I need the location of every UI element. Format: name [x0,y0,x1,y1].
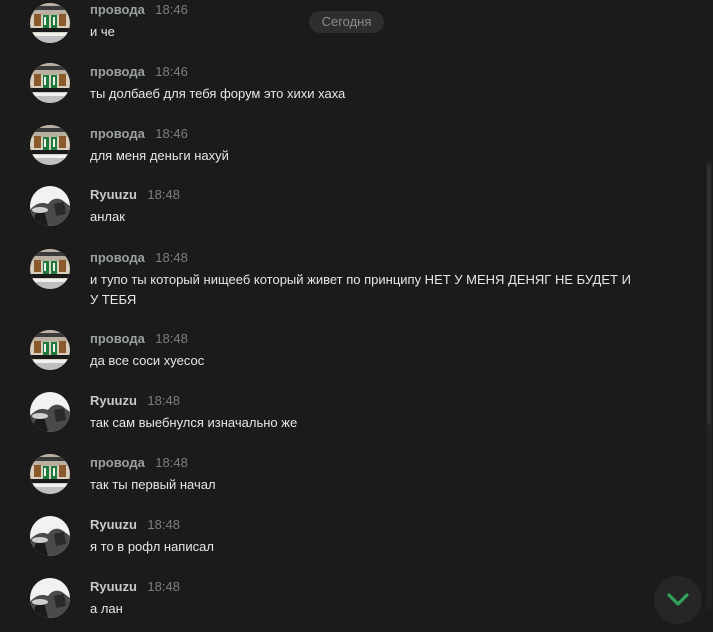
timestamp: 18:46 [155,64,188,79]
message-header: провода 18:48 [90,454,188,472]
timestamp: 18:48 [147,579,180,594]
green-jersey-team-photo-icon [30,249,70,289]
author-name[interactable]: провода [90,64,145,79]
green-jersey-team-photo-icon [30,330,70,370]
message-text: ты долбаеб для тебя форум это хихи хаха [90,86,346,101]
message-header: провода 18:46 [90,63,188,81]
author-name[interactable]: провода [90,331,145,346]
timestamp: 18:46 [155,126,188,141]
green-jersey-team-photo-icon [30,125,70,165]
message-text: а лан [90,601,123,616]
avatar[interactable] [30,63,70,103]
timestamp: 18:48 [147,517,180,532]
message-text: так ты первый начал [90,477,216,492]
avatar[interactable] [30,186,70,226]
message-header: провода 18:46 [90,125,188,143]
grayscale-figure-icon [30,516,70,556]
chevron-down-icon [667,593,689,606]
avatar[interactable] [30,125,70,165]
avatar[interactable] [30,516,70,556]
message-header: Ryuuzu 18:48 [90,392,180,410]
avatar[interactable] [30,3,70,43]
author-name[interactable]: провода [90,126,145,141]
chat-container[interactable]: Сегодня провода 18:46 и че провода 18:46… [0,0,713,632]
timestamp: 18:48 [155,331,188,346]
author-name[interactable]: провода [90,2,145,17]
green-jersey-team-photo-icon [30,63,70,103]
jump-to-latest-button[interactable] [654,576,702,624]
green-jersey-team-photo-icon [30,3,70,43]
grayscale-figure-icon [30,186,70,226]
message-header: Ryuuzu 18:48 [90,516,180,534]
green-jersey-team-photo-icon [30,454,70,494]
message-header: Ryuuzu 18:48 [90,578,180,596]
message-text: и че [90,24,115,39]
timestamp: 18:48 [147,187,180,202]
author-name[interactable]: Ryuuzu [90,187,137,202]
message-header: провода 18:46 [90,1,188,19]
message-text: и тупо ты который нищееб который живет п… [90,272,631,307]
message-header: провода 18:48 [90,249,188,267]
message-header: провода 18:48 [90,330,188,348]
message-text: да все соси хуесос [90,353,205,368]
avatar[interactable] [30,330,70,370]
author-name[interactable]: провода [90,455,145,470]
timestamp: 18:46 [155,2,188,17]
message-text: так сам выебнулся изначально же [90,415,298,430]
message-header: Ryuuzu 18:48 [90,186,180,204]
avatar[interactable] [30,249,70,289]
author-name[interactable]: провода [90,250,145,265]
timestamp: 18:48 [155,250,188,265]
message-text: анлак [90,209,125,224]
timestamp: 18:48 [147,393,180,408]
avatar[interactable] [30,578,70,618]
author-name[interactable]: Ryuuzu [90,517,137,532]
timestamp: 18:48 [155,455,188,470]
scrollbar-thumb[interactable] [707,165,711,425]
message-text: для меня деньги нахуй [90,148,229,163]
avatar[interactable] [30,454,70,494]
grayscale-figure-icon [30,578,70,618]
avatar[interactable] [30,392,70,432]
message-text: я то в рофл написал [90,539,214,554]
author-name[interactable]: Ryuuzu [90,579,137,594]
author-name[interactable]: Ryuuzu [90,393,137,408]
grayscale-figure-icon [30,392,70,432]
